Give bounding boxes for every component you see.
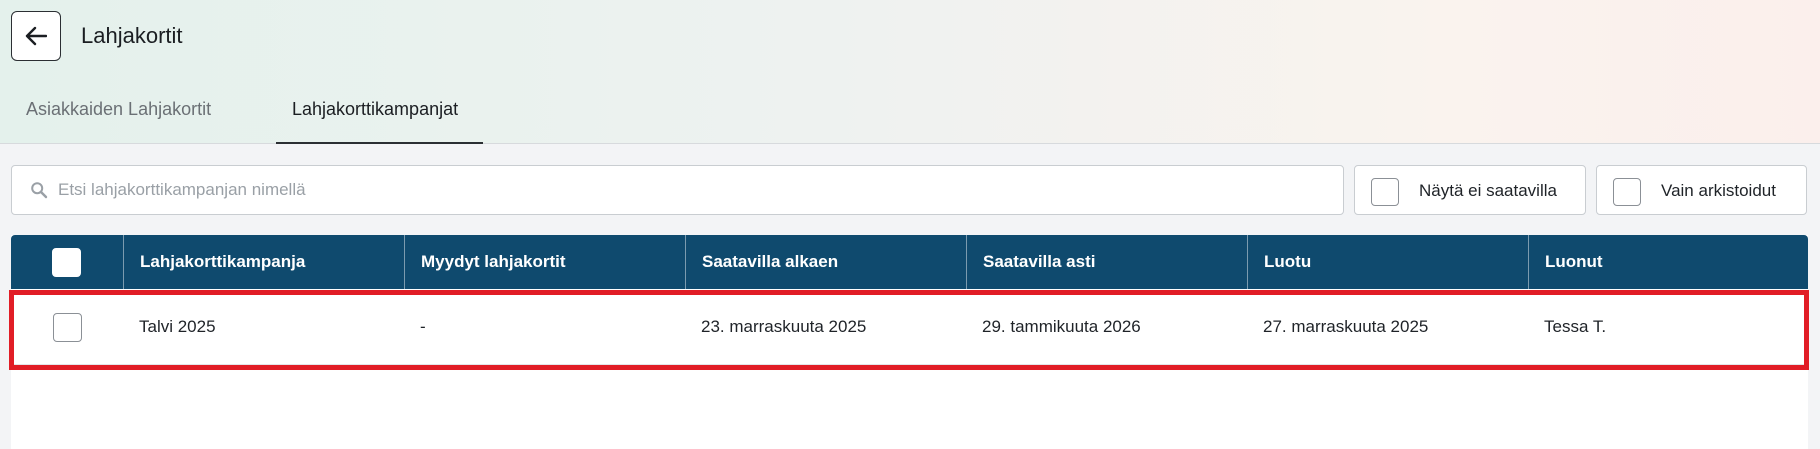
back-button[interactable] [11,11,61,61]
table-row[interactable]: Talvi 2025 - 23. marraskuuta 2025 29. ta… [11,289,1808,365]
table-header: Lahjakorttikampanja Myydyt lahjakortit S… [11,235,1808,289]
cell-sold-count: - [420,317,426,336]
search-box[interactable] [11,165,1344,215]
show-unavailable-checkbox[interactable] [1371,178,1399,206]
column-header-sold[interactable]: Myydyt lahjakortit [404,235,685,289]
select-all-checkbox[interactable] [52,248,81,277]
arrow-left-icon [25,26,47,46]
only-archived-checkbox[interactable] [1613,178,1641,206]
search-icon [31,182,48,199]
row-checkbox[interactable] [53,313,82,342]
cell-campaign-name: Talvi 2025 [139,317,216,336]
page-title: Lahjakortit [81,23,183,48]
cell-created: 27. marraskuuta 2025 [1263,317,1429,336]
column-header-available-until[interactable]: Saatavilla asti [966,235,1247,289]
cell-created-by: Tessa T. [1544,317,1607,336]
cell-available-until: 29. tammikuuta 2026 [982,317,1141,336]
show-unavailable-label: Näytä ei saatavilla [1419,181,1557,200]
cell-available-from: 23. marraskuuta 2025 [701,317,867,336]
column-header-created[interactable]: Luotu [1247,235,1528,289]
filter-only-archived[interactable]: Vain arkistoidut [1596,165,1807,215]
search-input[interactable] [58,166,1328,214]
column-header-created-by[interactable]: Luonut [1528,235,1808,289]
active-tab-indicator [276,142,483,144]
tab-gift-card-campaigns[interactable]: Lahjakorttikampanjat [276,97,474,121]
campaigns-table: Lahjakorttikampanja Myydyt lahjakortit S… [11,235,1808,449]
only-archived-label: Vain arkistoidut [1661,181,1776,200]
select-all-cell [11,235,123,289]
filter-show-unavailable[interactable]: Näytä ei saatavilla [1354,165,1586,215]
tab-customer-gift-cards[interactable]: Asiakkaiden Lahjakortit [26,97,211,121]
column-header-available-from[interactable]: Saatavilla alkaen [685,235,966,289]
page-header: Lahjakortit Asiakkaiden Lahjakortit Lahj… [0,0,1820,144]
column-header-campaign[interactable]: Lahjakorttikampanja [123,235,404,289]
